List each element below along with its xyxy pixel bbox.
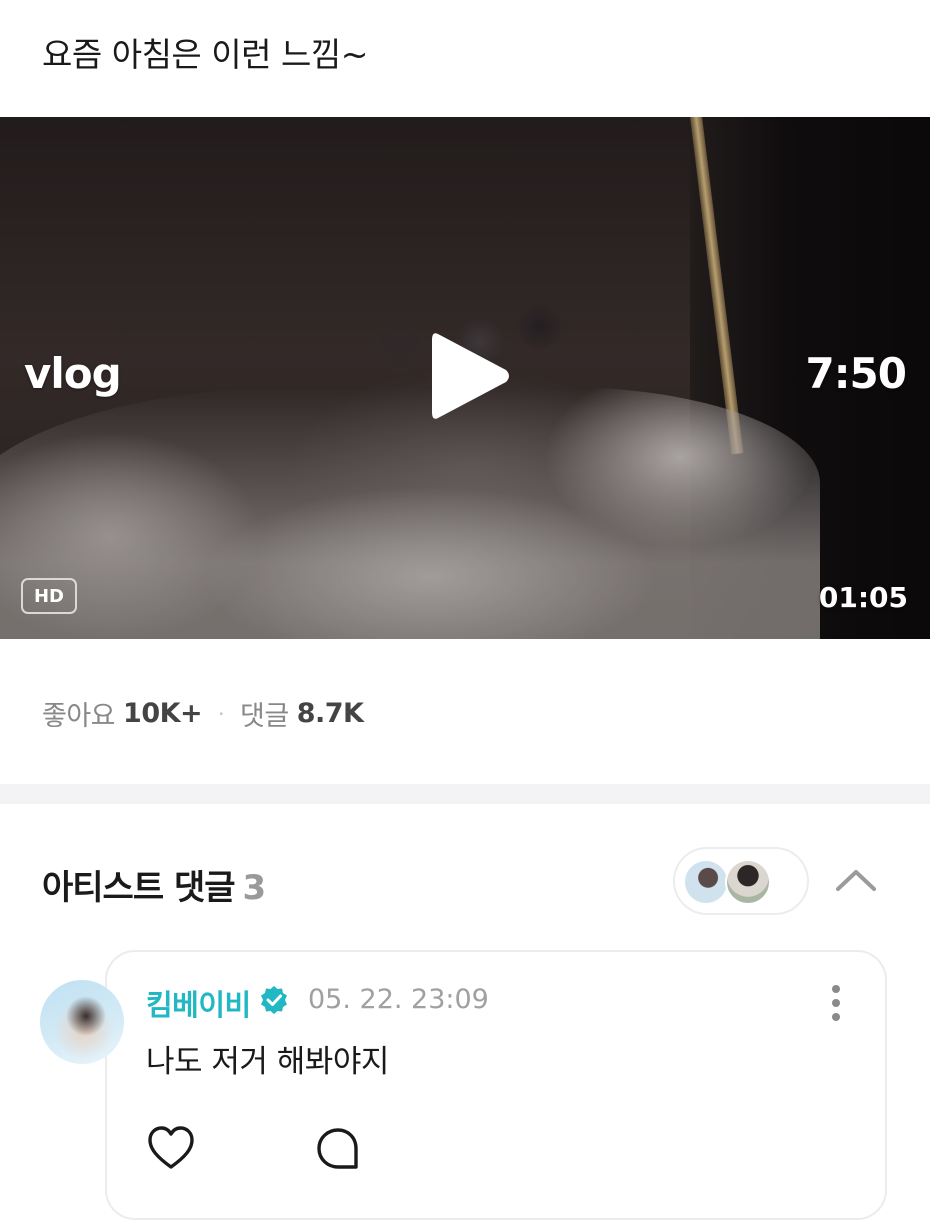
comment-author-name[interactable]: 킴베이비: [146, 982, 251, 1024]
avatar: [725, 859, 771, 905]
post-caption: 요즘 아침은 이런 느낌~: [42, 35, 368, 74]
verified-badge-icon: [261, 986, 287, 1014]
video-overlay-title: vlog: [24, 349, 122, 398]
comment-author-avatar[interactable]: [40, 980, 124, 1064]
play-icon[interactable]: [428, 328, 512, 424]
artist-avatars-group[interactable]: [673, 847, 809, 915]
chevron-up-icon[interactable]: [835, 864, 877, 894]
hd-quality-badge: HD: [21, 578, 77, 614]
heart-icon[interactable]: [147, 1125, 195, 1171]
stats-separator: ·: [218, 701, 225, 726]
comment-body: 나도 저거 해봐야지: [146, 1044, 389, 1080]
comments-label: 댓글: [240, 701, 289, 732]
video-duration: 01:05: [818, 581, 908, 614]
video-player[interactable]: vlog 7:50 HD 01:05: [0, 117, 930, 639]
likes-label: 좋아요: [42, 701, 116, 732]
avatar: [683, 859, 729, 905]
comment-timestamp: 05. 22. 23:09: [308, 984, 489, 1015]
artist-comments-count: 3: [242, 868, 267, 908]
more-vertical-icon[interactable]: [826, 983, 846, 1023]
comment-bubble-icon[interactable]: [316, 1127, 360, 1171]
artist-comments-title: 아티스트 댓글: [42, 868, 236, 908]
video-overlay-time: 7:50: [805, 349, 907, 398]
likes-count: 10K+: [123, 698, 203, 729]
artist-comments-heading: 아티스트 댓글 3: [42, 860, 267, 909]
section-divider: [0, 784, 930, 804]
post-stats: 좋아요 10K+ · 댓글 8.7K: [42, 694, 364, 733]
comments-count: 8.7K: [296, 698, 364, 729]
